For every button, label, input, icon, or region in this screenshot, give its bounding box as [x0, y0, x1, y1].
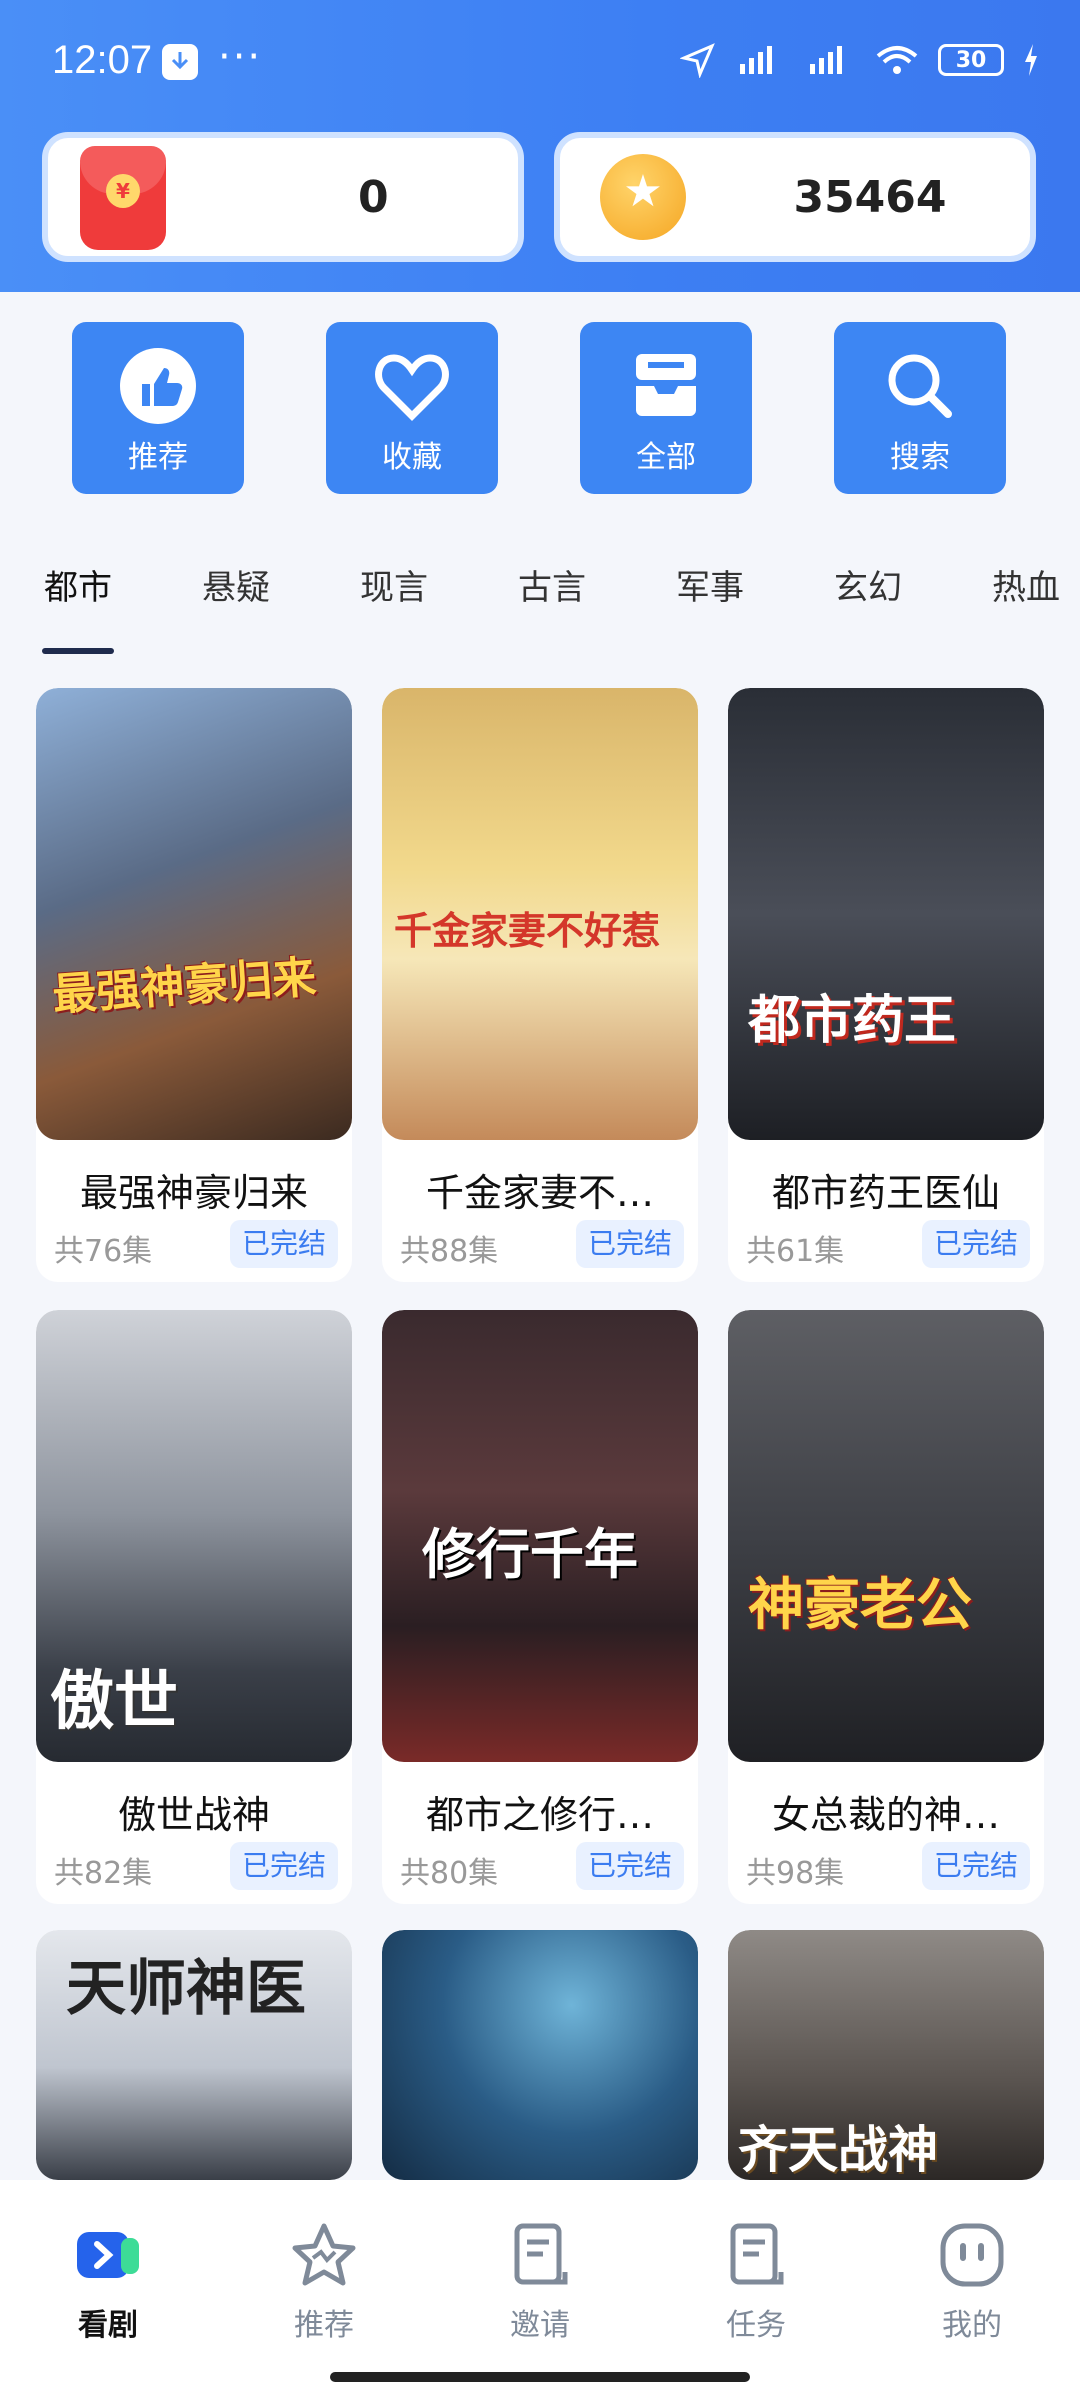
scroll-icon: [505, 2220, 575, 2290]
drama-title: 最强神豪归来: [79, 1171, 308, 1215]
nav-label: 看剧: [78, 2308, 138, 2343]
nav-watch[interactable]: 看剧: [38, 2220, 178, 2344]
search-icon: [834, 344, 1006, 428]
tray-icon: [580, 344, 752, 428]
status-badge: 已完结: [575, 1220, 684, 1268]
episode-count: 共82集: [54, 1856, 153, 1891]
nav-label: 推荐: [294, 2308, 354, 2343]
drama-poster: [382, 1930, 698, 2180]
coin-amount: 35464: [793, 171, 947, 223]
cash-balance-card[interactable]: ¥ 0: [42, 132, 524, 262]
home-indicator[interactable]: [330, 2372, 750, 2382]
drama-card[interactable]: 千金家妻不好惹 千金家妻不… 共88集 已完结: [382, 688, 698, 1282]
location-icon: [680, 43, 715, 78]
signal-2-icon: [810, 46, 842, 74]
header: 12:07 ··· 30 ¥ 0 ★ 35464: [0, 0, 1080, 292]
drama-poster: 千金家妻不好惹: [382, 688, 698, 1140]
category-tabs: 都市 悬疑 现言 古言 军事 玄幻 热血: [0, 560, 1080, 630]
charging-icon: [1025, 44, 1037, 76]
tab-military[interactable]: 军事: [676, 560, 744, 609]
status-badge: 已完结: [229, 1842, 338, 1890]
quick-action-label: 搜索: [890, 440, 950, 475]
tab-urban[interactable]: 都市: [44, 560, 112, 609]
cash-amount: 0: [358, 171, 389, 223]
nav-label: 任务: [726, 2308, 786, 2343]
red-packet-icon: ¥: [80, 146, 166, 250]
drama-poster: 最强神豪归来: [36, 688, 352, 1140]
drama-card[interactable]: 最强神豪归来 最强神豪归来 共76集 已完结: [36, 688, 352, 1282]
status-badge: 已完结: [575, 1842, 684, 1890]
signal-icon: [740, 46, 772, 74]
drama-card[interactable]: 天师神医: [36, 1930, 352, 2180]
drama-poster: 齐天战神: [728, 1930, 1044, 2180]
quick-action-label: 推荐: [128, 440, 188, 475]
more-dots-icon: ···: [218, 34, 263, 80]
coin-balance-card[interactable]: ★ 35464: [554, 132, 1036, 262]
nav-label: 我的: [942, 2308, 1002, 2343]
quick-action-search[interactable]: 搜索: [834, 322, 1006, 494]
quick-action-label: 收藏: [382, 440, 442, 475]
episode-count: 共88集: [400, 1234, 499, 1269]
wifi-icon: [876, 46, 918, 74]
status-badge: 已完结: [921, 1842, 1030, 1890]
nav-tasks[interactable]: 任务: [686, 2220, 826, 2344]
nav-invite[interactable]: 邀请: [470, 2220, 610, 2344]
drama-poster: 神豪老公: [728, 1310, 1044, 1762]
episode-count: 共76集: [54, 1234, 153, 1269]
drama-poster: 傲世: [36, 1310, 352, 1762]
status-time: 12:07: [52, 38, 153, 82]
nav-label: 邀请: [510, 2308, 570, 2343]
task-icon: [721, 2220, 791, 2290]
drama-poster: 天师神医: [36, 1930, 352, 2180]
drama-card[interactable]: [382, 1930, 698, 2180]
drama-card[interactable]: 都市药王 都市药王医仙 共61集 已完结: [728, 688, 1044, 1282]
drama-card[interactable]: 傲世 傲世战神 共82集 已完结: [36, 1310, 352, 1904]
status-badge: 已完结: [921, 1220, 1030, 1268]
drama-card[interactable]: 齐天战神: [728, 1930, 1044, 2180]
quick-action-favorites[interactable]: 收藏: [326, 322, 498, 494]
heart-icon: [326, 344, 498, 428]
drama-title: 都市之修行…: [425, 1793, 654, 1837]
nav-recommend[interactable]: 推荐: [254, 2220, 394, 2344]
episode-count: 共61集: [746, 1234, 845, 1269]
star-icon: [289, 2220, 359, 2290]
download-icon: [162, 44, 198, 80]
drama-title: 女总裁的神…: [771, 1793, 1000, 1837]
profile-icon: [937, 2220, 1007, 2290]
status-icons: 30: [680, 40, 1040, 80]
tab-action[interactable]: 热血: [992, 560, 1060, 609]
tab-ancient-romance[interactable]: 古言: [518, 560, 586, 609]
status-badge: 已完结: [229, 1220, 338, 1268]
drama-card[interactable]: 修行千年 都市之修行… 共80集 已完结: [382, 1310, 698, 1904]
active-tab-indicator: [42, 648, 114, 654]
drama-title: 都市药王医仙: [771, 1171, 1000, 1215]
quick-action-all[interactable]: 全部: [580, 322, 752, 494]
drama-poster: 都市药王: [728, 688, 1044, 1140]
tab-suspense[interactable]: 悬疑: [202, 560, 270, 609]
play-icon: [73, 2220, 143, 2290]
drama-card[interactable]: 神豪老公 女总裁的神… 共98集 已完结: [728, 1310, 1044, 1904]
quick-action-recommend[interactable]: 推荐: [72, 322, 244, 494]
bottom-nav: 看剧 推荐 邀请 任务 我的: [0, 2180, 1080, 2400]
episode-count: 共98集: [746, 1856, 845, 1891]
quick-action-label: 全部: [636, 440, 696, 475]
drama-title: 傲世战神: [117, 1793, 270, 1837]
episode-count: 共80集: [400, 1856, 499, 1891]
drama-poster: 修行千年: [382, 1310, 698, 1762]
thumbs-up-icon: [72, 344, 244, 428]
battery-icon: 30: [938, 44, 1004, 76]
tab-modern-romance[interactable]: 现言: [360, 560, 428, 609]
status-bar: 12:07 ··· 30: [0, 0, 1080, 120]
drama-title: 千金家妻不…: [425, 1171, 654, 1215]
tab-fantasy[interactable]: 玄幻: [834, 560, 902, 609]
nav-profile[interactable]: 我的: [902, 2220, 1042, 2344]
